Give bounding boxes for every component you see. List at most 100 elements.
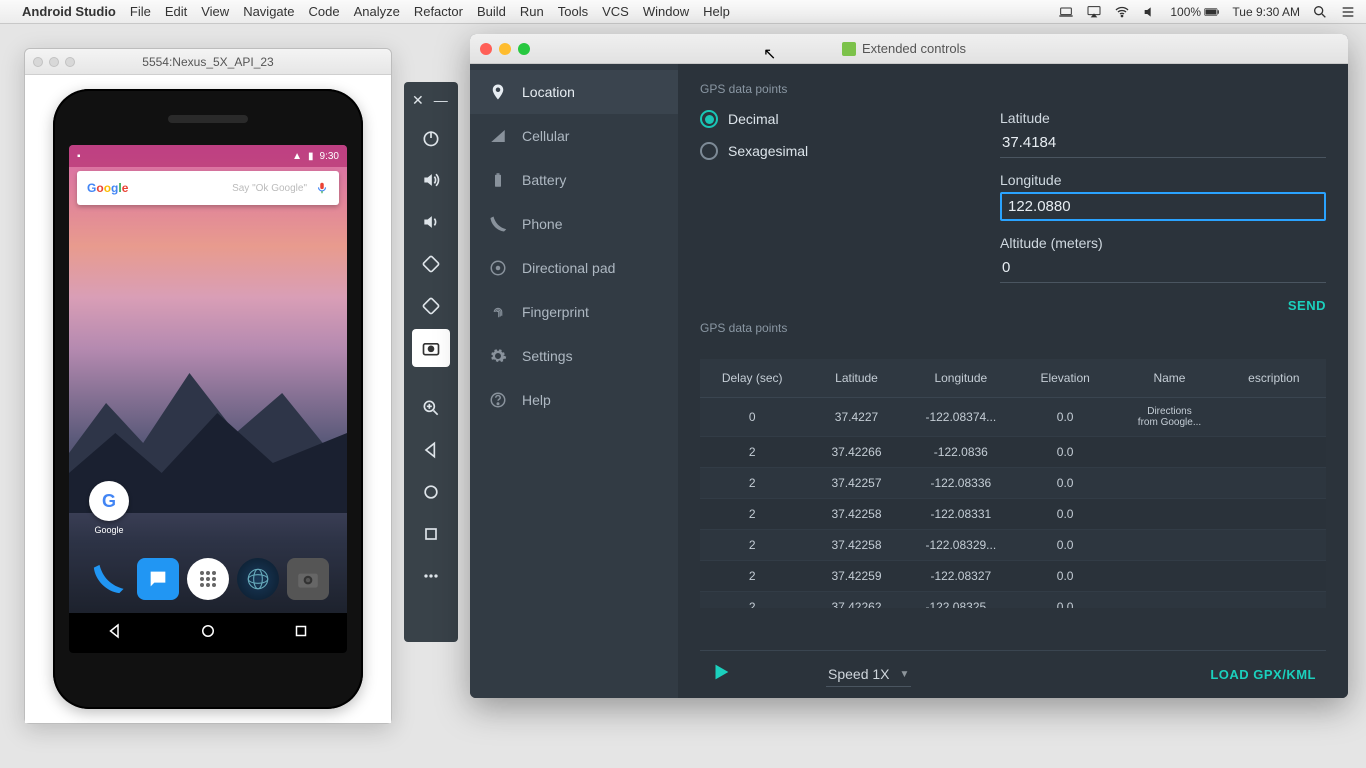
menu-tools[interactable]: Tools	[558, 4, 588, 19]
altitude-input[interactable]	[1000, 255, 1326, 283]
power-button[interactable]	[412, 119, 450, 157]
table-row[interactable]: 037.4227-122.08374...0.0Directions from …	[700, 398, 1326, 437]
nav-home-button[interactable]	[412, 473, 450, 511]
menu-refactor[interactable]: Refactor	[414, 4, 463, 19]
sidebar-label: Settings	[522, 348, 573, 364]
menu-edit[interactable]: Edit	[165, 4, 187, 19]
menu-analyze[interactable]: Analyze	[354, 4, 400, 19]
sidebar-item-help[interactable]: Help	[470, 378, 678, 422]
gps-section-label-2: GPS data points	[700, 321, 1326, 335]
cell-name	[1117, 530, 1221, 561]
menu-vcs[interactable]: VCS	[602, 4, 629, 19]
nav-recents-button[interactable]	[412, 515, 450, 553]
rotate-left-button[interactable]	[412, 245, 450, 283]
table-row[interactable]: 237.42258-122.083310.0	[700, 499, 1326, 530]
table-row[interactable]: 237.42266-122.08360.0	[700, 437, 1326, 468]
spotlight-icon[interactable]	[1312, 4, 1328, 20]
phone-screen[interactable]: ▪ ▲ ▮ 9:30 Google Say "Ok Google" G	[69, 145, 347, 653]
th-lon[interactable]: Longitude	[909, 359, 1013, 398]
th-name[interactable]: Name	[1117, 359, 1221, 398]
menu-file[interactable]: File	[130, 4, 151, 19]
th-desc[interactable]: escription	[1222, 359, 1326, 398]
play-button[interactable]	[710, 661, 732, 688]
sidebar-label: Fingerprint	[522, 304, 589, 320]
cell-delay: 2	[700, 468, 804, 499]
volume-down-button[interactable]	[412, 203, 450, 241]
volume-up-button[interactable]	[412, 161, 450, 199]
google-app-shortcut[interactable]: G Google	[89, 481, 129, 535]
dialer-icon[interactable]	[87, 558, 129, 600]
sidebar-item-battery[interactable]: Battery	[470, 158, 678, 202]
sidebar-label: Cellular	[522, 128, 569, 144]
camera-icon[interactable]	[287, 558, 329, 600]
sidebar-label: Help	[522, 392, 551, 408]
sidebar-item-settings[interactable]: Settings	[470, 334, 678, 378]
menubar-app-name[interactable]: Android Studio	[22, 4, 116, 19]
recents-button[interactable]	[292, 622, 310, 645]
cellular-icon	[488, 126, 508, 146]
toolbar-minimize-icon[interactable]: —	[434, 92, 448, 109]
browser-icon[interactable]	[237, 558, 279, 600]
back-button[interactable]	[106, 622, 124, 645]
rotate-right-button[interactable]	[412, 287, 450, 325]
table-row[interactable]: 237.42258-122.08329...0.0	[700, 530, 1326, 561]
screenshot-button[interactable]	[412, 329, 450, 367]
extended-titlebar[interactable]: Extended controls	[470, 34, 1348, 64]
th-delay[interactable]: Delay (sec)	[700, 359, 804, 398]
emulator-toolbar: ✕ —	[404, 82, 458, 642]
latitude-input[interactable]	[1000, 130, 1326, 158]
speed-select[interactable]: Speed 1X▼	[826, 662, 911, 687]
emulator-traffic-lights[interactable]	[33, 57, 75, 67]
signal-icon: ▲	[292, 151, 302, 162]
tray-icon[interactable]	[1058, 4, 1074, 20]
minimize-icon[interactable]	[499, 43, 511, 55]
volume-icon[interactable]	[1142, 4, 1158, 20]
cell-elev: 0.0	[1013, 499, 1117, 530]
menu-navigate[interactable]: Navigate	[243, 4, 294, 19]
longitude-input[interactable]	[1000, 192, 1326, 221]
extended-sidebar: Location Cellular Battery Phone Directio…	[470, 64, 678, 698]
emulator-window: 5554:Nexus_5X_API_23 ▪ ▲ ▮ 9:30 Google S…	[24, 48, 392, 724]
google-search-bar[interactable]: Google Say "Ok Google"	[77, 171, 339, 205]
nav-back-button[interactable]	[412, 431, 450, 469]
send-button[interactable]: SEND	[1288, 298, 1326, 313]
zoom-icon[interactable]	[518, 43, 530, 55]
mic-icon[interactable]	[315, 181, 329, 195]
sidebar-item-location[interactable]: Location	[470, 70, 678, 114]
traffic-lights[interactable]	[480, 43, 530, 55]
notification-center-icon[interactable]	[1340, 4, 1356, 20]
toolbar-close-icon[interactable]: ✕	[412, 92, 424, 109]
sidebar-label: Location	[522, 84, 575, 100]
radio-decimal[interactable]: Decimal	[700, 110, 960, 128]
more-button[interactable]	[412, 557, 450, 595]
sidebar-item-fingerprint[interactable]: Fingerprint	[470, 290, 678, 334]
cell-desc	[1222, 499, 1326, 530]
zoom-button[interactable]	[412, 389, 450, 427]
menu-build[interactable]: Build	[477, 4, 506, 19]
battery-status[interactable]: 100%	[1170, 4, 1220, 20]
emulator-titlebar[interactable]: 5554:Nexus_5X_API_23	[25, 49, 391, 75]
sidebar-item-phone[interactable]: Phone	[470, 202, 678, 246]
airplay-icon[interactable]	[1086, 4, 1102, 20]
sidebar-item-cellular[interactable]: Cellular	[470, 114, 678, 158]
menu-window[interactable]: Window	[643, 4, 689, 19]
menu-code[interactable]: Code	[309, 4, 340, 19]
table-row[interactable]: 237.42257-122.083360.0	[700, 468, 1326, 499]
table-row[interactable]: 237.42262-122.08325...0.0	[700, 592, 1326, 608]
wifi-icon[interactable]	[1114, 4, 1130, 20]
table-row[interactable]: 237.42259-122.083270.0	[700, 561, 1326, 592]
home-button[interactable]	[199, 622, 217, 645]
menu-run[interactable]: Run	[520, 4, 544, 19]
messenger-icon[interactable]	[137, 558, 179, 600]
app-drawer-icon[interactable]	[187, 558, 229, 600]
th-lat[interactable]: Latitude	[804, 359, 908, 398]
close-icon[interactable]	[480, 43, 492, 55]
menu-help[interactable]: Help	[703, 4, 730, 19]
th-elev[interactable]: Elevation	[1013, 359, 1117, 398]
sidebar-item-dpad[interactable]: Directional pad	[470, 246, 678, 290]
load-gpx-button[interactable]: LOAD GPX/KML	[1210, 667, 1316, 682]
battery-text: 100%	[1170, 5, 1201, 19]
radio-sexagesimal[interactable]: Sexagesimal	[700, 142, 960, 160]
menu-view[interactable]: View	[201, 4, 229, 19]
menubar-clock[interactable]: Tue 9:30 AM	[1232, 5, 1300, 19]
